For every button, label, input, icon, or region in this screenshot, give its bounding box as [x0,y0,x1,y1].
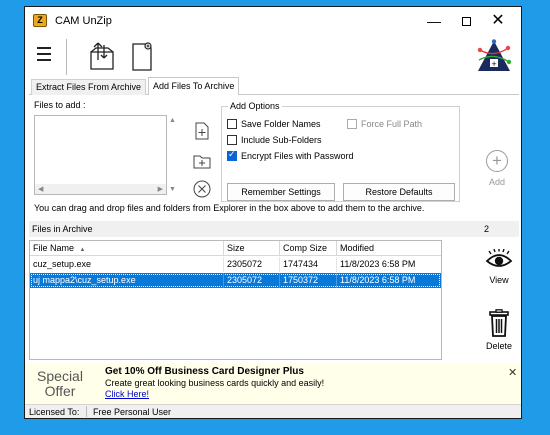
force-full-path-label: Force Full Path [361,119,423,129]
status-separator [86,406,87,417]
column-header-size[interactable]: Size [224,241,280,256]
include-subfolders-label: Include Sub-Folders [241,135,322,145]
sort-ascending-icon: ▲ [79,247,86,253]
checkbox-box [347,119,357,129]
cell-size: 2305072 [224,273,280,288]
cell-modified: 11/8/2023 6:58 PM [340,275,416,285]
horizontal-scrollbar[interactable]: ◀ ▶ [35,184,166,194]
maximize-icon [461,17,471,26]
files-to-add-label: Files to add : [34,100,86,110]
file-count: 2 [484,224,490,234]
view-label: View [489,275,509,285]
column-header-comp-size[interactable]: Comp Size [280,241,337,256]
column-header-modified[interactable]: Modified [337,241,441,256]
vertical-scrollbar[interactable]: ▲ ▼ [169,115,179,195]
include-subfolders-checkbox[interactable]: Include Sub-Folders [227,135,322,145]
toolbar: + [25,35,521,77]
new-archive-icon[interactable] [127,40,157,72]
checkbox-box[interactable] [227,135,237,145]
add-icon: + [486,150,508,172]
close-button[interactable]: ✕ [483,11,513,31]
close-offer-icon[interactable]: ✕ [508,366,517,379]
save-folder-names-checkbox[interactable]: Save Folder Names [227,119,321,129]
files-in-archive-header: Files in Archive 2 [29,221,519,237]
add-files-panel: Files to add : ◀ ▶ ▲ ▼ Add Options Save … [29,95,519,220]
tab-strip: Extract Files From Archive Add Files To … [29,77,519,96]
cam-logo-icon[interactable]: + [475,38,513,74]
column-header-file-name[interactable]: File Name ▲ [30,241,224,256]
offer-title: Get 10% Off Business Card Designer Plus [105,366,304,377]
cell-comp-size: 1750372 [280,273,337,288]
special-offer-line2: Offer [44,383,76,399]
scroll-up-icon[interactable]: ▲ [169,117,176,124]
toolbar-separator [66,39,67,75]
cell-modified: 11/8/2023 6:58 PM [340,259,416,269]
cell-file-name: uj mappa2\cuz_setup.exe [30,273,224,288]
offer-link[interactable]: Click Here! [105,389,149,399]
table-header: File Name ▲ Size Comp Size Modified [30,241,441,256]
add-file-icon[interactable] [192,121,212,141]
hamburger-menu-icon[interactable] [37,47,51,61]
save-folder-names-label: Save Folder Names [241,119,321,129]
restore-defaults-button[interactable]: Restore Defaults [343,183,455,201]
delete-label: Delete [485,341,512,351]
files-to-add-list[interactable]: ◀ ▶ [34,115,167,195]
special-offer-line1: Special [37,368,83,384]
add-button[interactable]: + Add [482,150,512,192]
add-folder-icon[interactable] [192,151,212,171]
offer-description: Create great looking business cards quic… [105,378,325,388]
checkbox-box[interactable] [227,119,237,129]
view-button[interactable]: View [481,248,517,285]
files-in-archive-title: Files in Archive [32,224,93,234]
encrypt-files-checkbox[interactable]: Encrypt Files with Password [227,149,354,161]
force-full-path-checkbox: Force Full Path [347,119,422,129]
tab-extract-files[interactable]: Extract Files From Archive [31,79,147,95]
licensed-to-label: Licensed To: [29,407,80,417]
cell-file-name: cuz_setup.exe [30,257,224,272]
column-file-name-label: File Name [33,243,75,253]
licensed-to-value: Free Personal User [93,407,172,417]
encrypt-files-label: Encrypt Files with Password [241,151,354,161]
drag-drop-hint: You can drag and drop files and folders … [34,203,425,213]
special-offer-banner: Special Offer Get 10% Off Business Card … [25,363,521,403]
scroll-left-icon[interactable]: ◀ [38,185,43,193]
special-offer-heading: Special Offer [30,369,90,399]
table-row-selected[interactable]: uj mappa2\cuz_setup.exe 2305072 1750372 … [30,273,441,288]
checkbox-box-checked[interactable] [227,149,237,161]
archive-file-table[interactable]: File Name ▲ Size Comp Size Modified cuz_… [29,240,442,360]
scroll-down-icon[interactable]: ▼ [169,186,176,193]
title-bar[interactable]: Z CAM UnZip — ✕ [25,7,521,35]
cam-unzip-app-icon: Z [33,14,47,27]
remember-settings-button[interactable]: Remember Settings [227,183,335,201]
open-archive-icon[interactable] [87,40,117,72]
maximize-button[interactable] [451,11,481,31]
status-bar: Licensed To: Free Personal User [25,404,521,418]
svg-text:+: + [491,60,497,68]
eye-icon [485,248,513,267]
add-options-title: Add Options [228,101,282,111]
cell-comp-size: 1747434 [280,257,337,272]
scroll-right-icon[interactable]: ▶ [158,185,163,193]
app-window: Z CAM UnZip — ✕ + Extract Files From Arc… [24,6,522,419]
cell-size: 2305072 [224,257,280,272]
add-label: Add [488,177,505,187]
tab-add-files[interactable]: Add Files To Archive [148,77,240,96]
minimize-button[interactable]: — [419,11,449,31]
trash-icon [489,309,509,337]
delete-button[interactable]: Delete [481,309,517,351]
table-row[interactable]: cuz_setup.exe 2305072 1747434 11/8/2023 … [30,257,441,272]
remove-item-icon[interactable] [192,179,212,199]
window-title: CAM UnZip [55,15,112,27]
add-options-group: Add Options Save Folder Names Force Full… [221,101,460,202]
